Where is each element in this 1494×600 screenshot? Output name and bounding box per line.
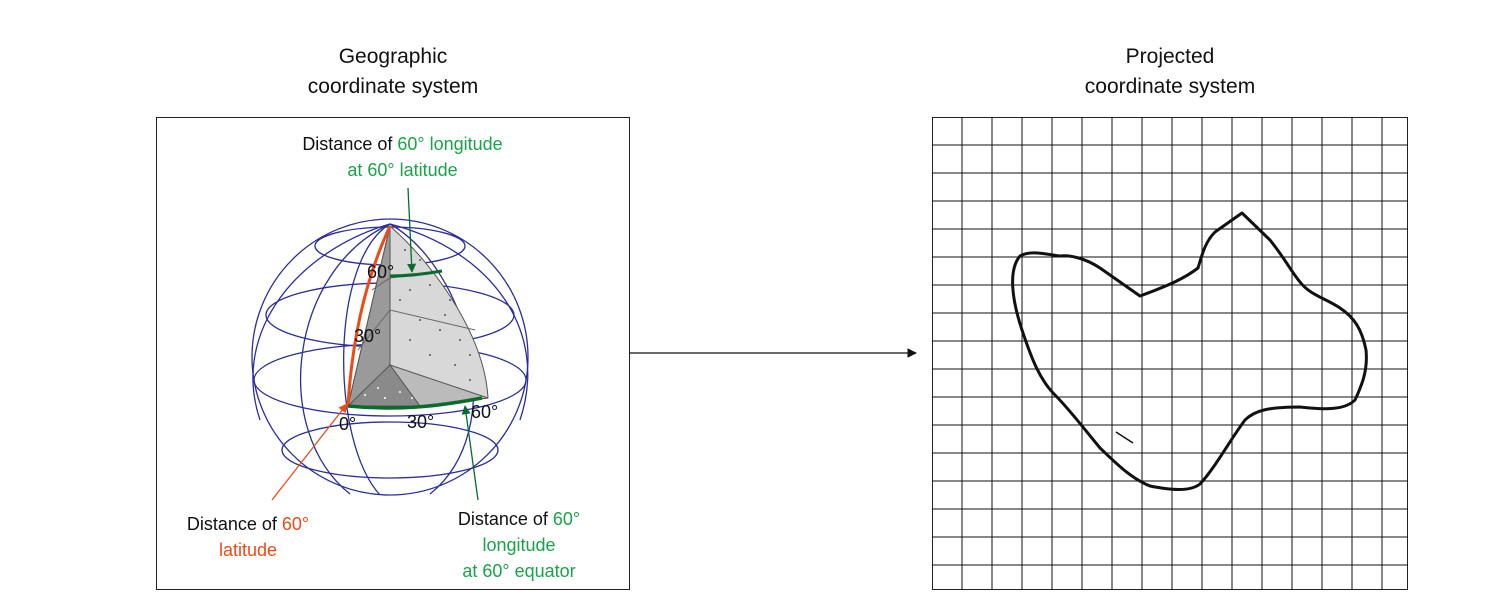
bottom-left-annotation-black: Distance of (186, 514, 277, 534)
diagram-graphics (251, 117, 1408, 590)
top-annotation: Distance of 60° longitude at 60° latitud… (250, 131, 555, 183)
top-annotation-green1: 60° longitude (397, 134, 503, 154)
bottom-right-annotation-black: Distance of (457, 509, 548, 529)
bottom-right-annotation-green3: at 60° equator (462, 561, 576, 581)
label-lon-60: 60° (471, 402, 499, 422)
label-lon-30: 30° (407, 412, 435, 432)
bottom-left-annotation-orange2: latitude (218, 540, 278, 560)
projection-grid (932, 117, 1408, 590)
label-lon-0: 0° (339, 414, 357, 434)
label-lat-30: 30° (354, 326, 382, 346)
bottom-right-annotation: Distance of 60° longitude at 60° equator (430, 506, 608, 584)
bottom-left-annotation-orange1: 60° (281, 514, 310, 534)
top-annotation-green2: at 60° latitude (347, 160, 458, 180)
bottom-right-annotation-green2: longitude (482, 535, 556, 555)
globe-wedge (346, 225, 489, 408)
label-lat-60: 60° (367, 262, 395, 282)
bottom-left-annotation: Distance of 60° latitude (158, 511, 338, 563)
projected-shape-tick (1115, 431, 1134, 444)
pointer-arrow-orange (271, 403, 348, 501)
bottom-right-annotation-green1: 60° (552, 509, 581, 529)
latitude-line (281, 421, 499, 479)
top-annotation-black: Distance of (302, 134, 393, 154)
projected-shape-outline (1011, 211, 1368, 491)
